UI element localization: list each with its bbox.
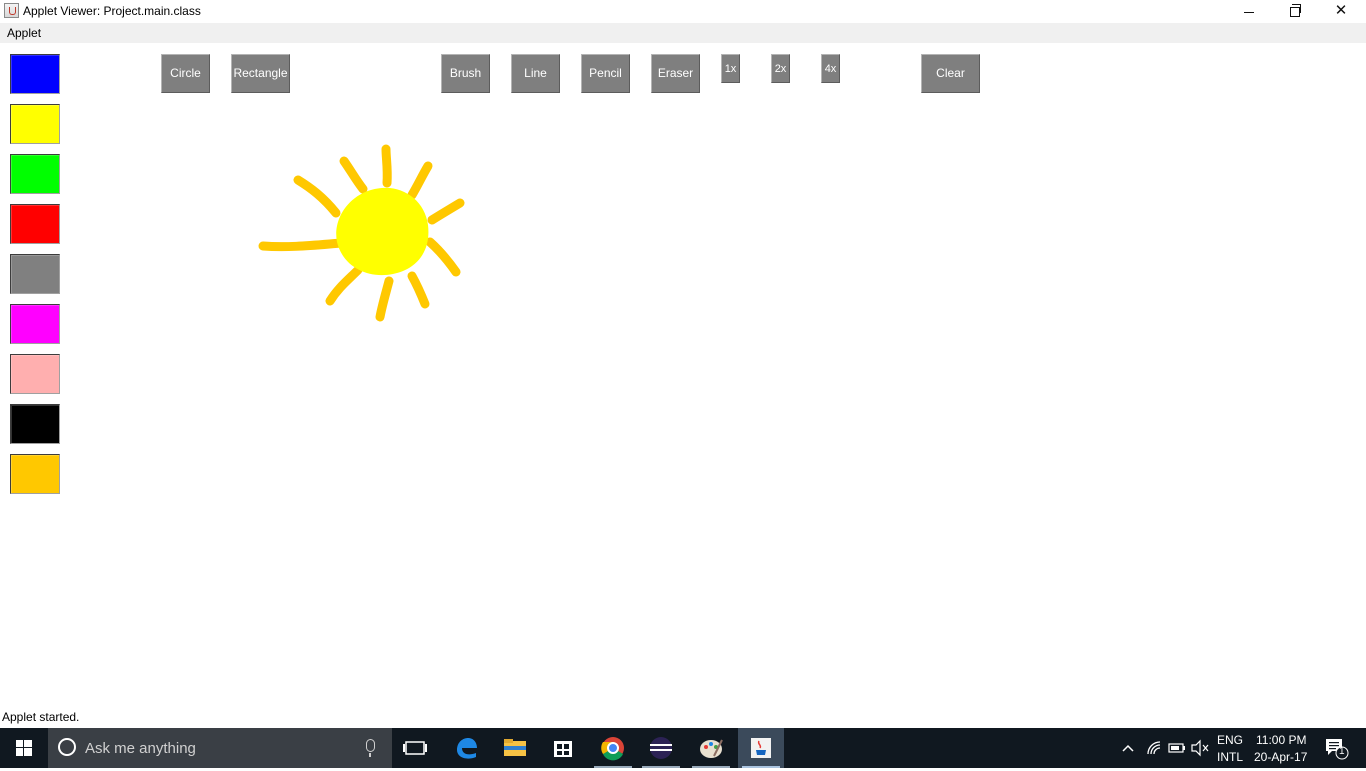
drawing-canvas[interactable]: Circle Rectangle Brush Line Pencil Erase… — [0, 43, 1366, 706]
title-bar: Applet Viewer: Project.main.class ✕ — [0, 0, 1366, 23]
battery-icon[interactable] — [1167, 728, 1187, 768]
status-text: Applet started. — [2, 710, 80, 724]
store-icon[interactable] — [540, 728, 586, 768]
minimize-button[interactable] — [1226, 0, 1272, 23]
edge-icon[interactable] — [444, 728, 490, 768]
close-button[interactable]: ✕ — [1318, 0, 1364, 23]
chrome-icon[interactable] — [590, 728, 636, 768]
file-explorer-icon[interactable] — [492, 728, 538, 768]
menu-applet[interactable]: Applet — [7, 26, 41, 40]
start-button[interactable] — [0, 728, 48, 768]
sun-ray — [407, 161, 433, 200]
task-view-icon[interactable] — [392, 728, 438, 768]
sun-ray — [258, 238, 347, 252]
sun-ray — [293, 175, 341, 218]
search-placeholder: Ask me anything — [85, 740, 196, 757]
lang-bottom: INTL — [1217, 750, 1244, 764]
menu-bar: Applet — [0, 23, 1366, 43]
sun-ray — [381, 144, 392, 188]
windows-icon — [16, 740, 32, 756]
sun-ray — [339, 156, 368, 194]
clock[interactable]: 11:00 PM 20-Apr-17 — [1252, 728, 1312, 768]
language-indicator[interactable]: ENG INTL — [1212, 728, 1248, 768]
window-title: Applet Viewer: Project.main.class — [23, 4, 201, 18]
clock-time: 11:00 PM — [1256, 733, 1307, 747]
restore-button[interactable] — [1272, 0, 1318, 23]
java-icon[interactable] — [738, 728, 784, 768]
sun-ray — [325, 265, 363, 306]
network-icon[interactable] — [1144, 728, 1164, 768]
taskbar: Ask me anything ENG INTL 11:00 PM 20-Apr… — [0, 728, 1366, 768]
cortana-icon — [58, 738, 76, 756]
paint-icon[interactable] — [688, 728, 734, 768]
minimize-icon — [1244, 11, 1254, 13]
action-center-icon[interactable]: 1 — [1322, 728, 1352, 768]
lang-top: ENG — [1217, 733, 1244, 747]
notification-count: 1 — [1339, 746, 1345, 757]
restore-icon — [1290, 4, 1301, 18]
show-hidden-icons-icon[interactable] — [1120, 728, 1136, 768]
search-box[interactable]: Ask me anything — [48, 728, 392, 768]
sun-ray — [375, 276, 394, 322]
sun-ray — [427, 198, 465, 225]
clock-date: 20-Apr-17 — [1254, 750, 1308, 764]
sun-body — [336, 187, 429, 276]
sun-ray — [425, 237, 461, 277]
sun-ray — [407, 271, 430, 309]
volume-muted-icon[interactable] — [1190, 728, 1210, 768]
sun-drawing — [258, 144, 465, 322]
eclipse-icon[interactable] — [638, 728, 684, 768]
close-icon: ✕ — [1334, 2, 1348, 19]
microphone-icon[interactable] — [366, 739, 375, 757]
java-app-icon — [4, 3, 19, 18]
